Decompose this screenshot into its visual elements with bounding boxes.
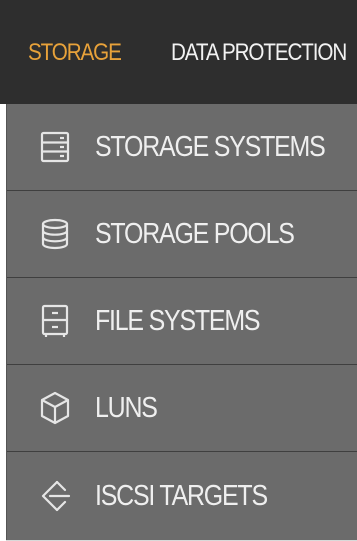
menu-item-luns[interactable]: LUNS bbox=[7, 365, 357, 452]
menu-item-label: STORAGE SYSTEMS bbox=[95, 131, 326, 163]
menu-item-storage-systems[interactable]: STORAGE SYSTEMS bbox=[7, 104, 357, 191]
menu-item-file-systems[interactable]: FILE SYSTEMS bbox=[7, 278, 357, 365]
menu-item-label: FILE SYSTEMS bbox=[95, 305, 261, 337]
filing-cabinet-icon bbox=[37, 303, 73, 339]
menu-item-label: ISCSI TARGETS bbox=[95, 479, 268, 512]
tab-data-protection[interactable]: DATA PROTECTION bbox=[171, 38, 347, 68]
database-icon bbox=[37, 216, 73, 252]
storage-dropdown-menu: STORAGE SYSTEMS STORAGE POOLS FILE SYSTE bbox=[6, 104, 357, 540]
server-icon bbox=[37, 129, 73, 165]
top-nav-bar: STORAGE DATA PROTECTION bbox=[0, 0, 357, 104]
tab-storage[interactable]: STORAGE bbox=[28, 38, 122, 68]
menu-item-iscsi-targets[interactable]: ISCSI TARGETS bbox=[7, 452, 357, 539]
menu-item-storage-pools[interactable]: STORAGE POOLS bbox=[7, 191, 357, 278]
target-arrow-icon bbox=[37, 478, 73, 514]
menu-item-label: STORAGE POOLS bbox=[95, 218, 295, 250]
menu-item-label: LUNS bbox=[95, 392, 158, 424]
cube-icon bbox=[37, 390, 73, 426]
